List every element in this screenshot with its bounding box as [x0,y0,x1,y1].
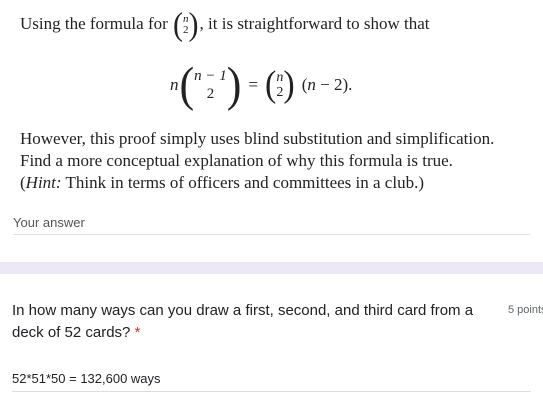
paren-left: ( [179,57,195,112]
section-divider [0,262,543,274]
tail-rest: − 2). [315,75,353,94]
binomial-bottom: 2 [206,86,215,102]
formula-right-binomial: ( n 2 ) [265,64,295,105]
tail-var: n [307,75,316,94]
paren-right: ) [283,64,295,105]
paren-left: ( [265,64,277,105]
binomial-top: n − 1 [194,68,227,84]
question-card-2: In how many ways can you draw a first, s… [0,274,543,402]
question-title-text: In how many ways can you draw a first, s… [12,302,474,341]
hint-line: (Hint: Think in terms of officers and co… [20,172,494,194]
question-intro: Using the formula for ( n 2 ) , it is st… [20,6,430,43]
required-asterisk: * [134,324,141,341]
paren-right: ) [226,57,242,112]
formula-lead-n: n [170,75,179,94]
hint-text: Think in terms of officers and committee… [61,173,424,192]
intro-text-before: Using the formula for [20,13,168,33]
question-card-1: Using the formula for ( n 2 ) , it is st… [0,0,543,262]
formula-tail: (n − 2). [302,75,353,95]
question-paragraph: However, this proof simply uses blind su… [20,128,494,194]
paragraph-line-2: Find a more conceptual explanation of wh… [20,151,453,170]
binomial-top: n [276,70,284,85]
answer-input-underline[interactable] [13,234,530,235]
intro-text-after: , it is straightforward to show that [199,13,430,33]
answer-input-underline[interactable] [12,391,531,392]
points-label: 5 points [508,304,543,316]
answer-input-placeholder[interactable]: Your answer [13,215,85,230]
binomial-bottom: 2 [276,85,284,100]
identity-formula: n ( n − 1 2 ) = ( n 2 ) (n − 2). [170,60,352,110]
paren-right: ) [188,6,199,43]
binomial-stack: n 2 [276,70,283,100]
question-title: In how many ways can you draw a first, s… [12,300,504,344]
formula-left-binomial: ( n − 1 2 ) [179,57,242,112]
paragraph-line-1: However, this proof simply uses blind su… [20,129,495,148]
paren-left: ( [173,6,184,43]
formula-equals: = [248,75,259,94]
answer-input-value[interactable]: 52*51*50 = 132,600 ways [12,371,161,386]
hint-label: Hint: [25,173,62,192]
binomial-stack: n − 1 2 [194,67,227,103]
binomial-inline: ( n 2 ) [173,6,199,43]
